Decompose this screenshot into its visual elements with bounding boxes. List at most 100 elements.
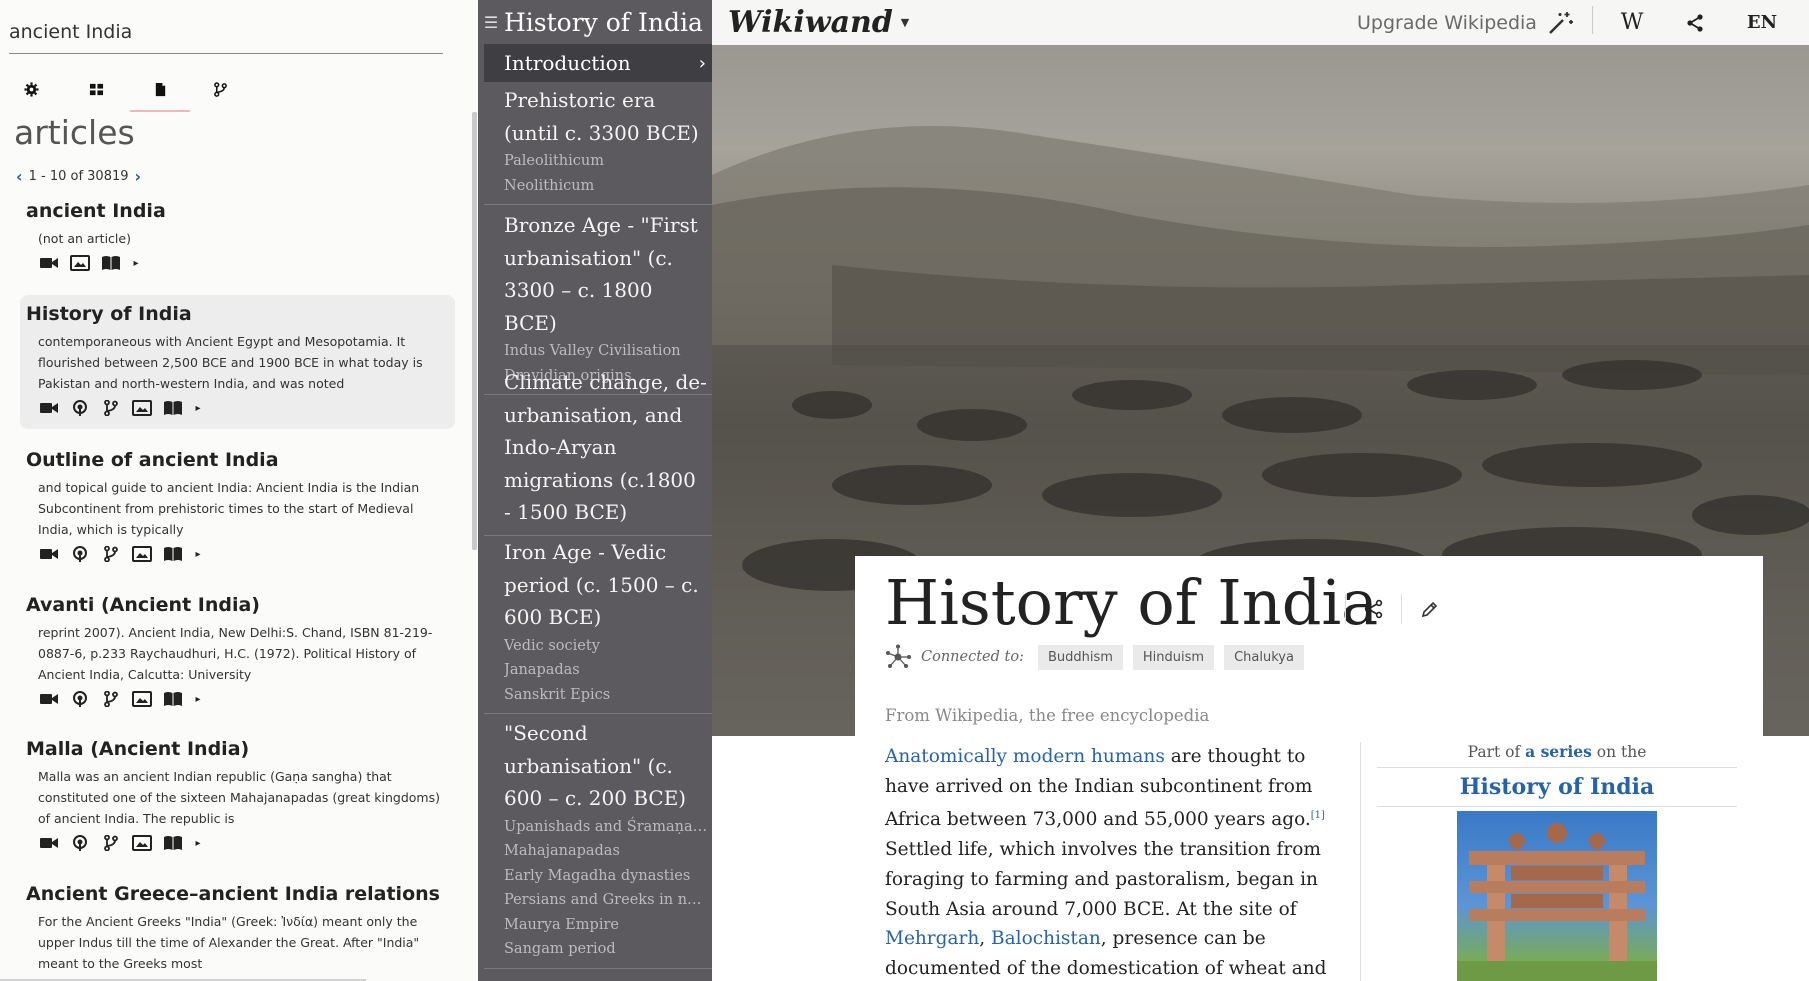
book-icon[interactable]	[100, 254, 122, 272]
document-icon	[155, 82, 165, 96]
menu-icon[interactable]: ☰	[478, 13, 504, 32]
search-input[interactable]	[9, 10, 443, 54]
infobox-image[interactable]	[1457, 811, 1657, 981]
book-icon[interactable]	[162, 834, 184, 852]
expand-arrow-icon[interactable]: ▸	[193, 545, 203, 563]
podcast-icon[interactable]	[69, 690, 91, 708]
edit-pencil-icon[interactable]	[1401, 594, 1457, 624]
podcast-icon[interactable]	[69, 834, 91, 852]
video-icon[interactable]	[38, 545, 60, 563]
divider	[1592, 6, 1593, 34]
result-item: Ancient Greece–ancient India relations F…	[20, 883, 455, 974]
toc-subitem[interactable]: Upanishads and Śramaṇa movements	[504, 815, 708, 840]
article-link[interactable]: Balochistan	[991, 928, 1101, 949]
result-title[interactable]: Malla (Ancient India)	[26, 738, 449, 760]
article-body: Anatomically modern humans are thought t…	[885, 742, 1345, 981]
branch-icon	[213, 81, 227, 97]
toc-subitem[interactable]: Sangam period	[504, 937, 708, 962]
branch-icon[interactable]	[100, 834, 122, 852]
topic-chip[interactable]: Buddhism	[1037, 644, 1123, 670]
result-title[interactable]: Outline of ancient India	[26, 449, 449, 471]
toc-section: "Second urbanisation" (c. 600 – c. 200 B…	[484, 717, 712, 969]
toc-item[interactable]: Iron Age - Vedic period (c. 1500 – c. 60…	[504, 536, 708, 634]
topic-chip[interactable]: Hinduism	[1132, 644, 1215, 670]
toc-subitem[interactable]: Sanskrit Epics	[504, 683, 708, 708]
podcast-icon[interactable]	[69, 399, 91, 417]
result-title[interactable]: ancient India	[26, 200, 449, 222]
chevron-down-icon[interactable]: ▼	[901, 16, 909, 29]
video-icon[interactable]	[38, 834, 60, 852]
images-icon[interactable]	[131, 399, 153, 417]
pager: ‹ 1 - 10 of 30819 ›	[16, 167, 141, 186]
toc-subitem[interactable]: Maurya Empire	[504, 913, 708, 938]
branch-icon[interactable]	[100, 545, 122, 563]
expand-arrow-icon[interactable]: ▸	[193, 399, 203, 417]
book-icon[interactable]	[162, 545, 184, 563]
article-title: History of India	[885, 566, 1379, 639]
chevron-left-icon[interactable]: ‹	[16, 167, 23, 186]
share-icon[interactable]	[1345, 594, 1401, 624]
toc-subitem[interactable]: Persians and Greeks in north-western Ind…	[504, 888, 708, 913]
wikiwand-logo[interactable]: Wikiwand	[728, 5, 893, 40]
toc-item[interactable]: Prehistoric era (until c. 3300 BCE)	[504, 84, 708, 149]
images-icon[interactable]	[69, 254, 91, 272]
wikipedia-link-button[interactable]: W	[1617, 0, 1647, 45]
expand-arrow-icon[interactable]: ▸	[193, 834, 203, 852]
branch-icon[interactable]	[100, 690, 122, 708]
toc-subitem[interactable]: Vedic society	[504, 634, 708, 659]
active-tool-indicator	[130, 110, 190, 112]
series-link[interactable]: a series	[1525, 742, 1592, 761]
expand-arrow-icon[interactable]: ▸	[193, 690, 203, 708]
connected-topics: Connected to: Buddhism Hinduism Chalukya	[885, 644, 1304, 670]
articles-tool[interactable]	[140, 74, 180, 104]
video-icon[interactable]	[38, 690, 60, 708]
images-icon[interactable]	[131, 545, 153, 563]
topic-chip[interactable]: Chalukya	[1224, 644, 1304, 670]
result-item: Outline of ancient India and topical gui…	[20, 449, 455, 563]
book-icon[interactable]	[162, 690, 184, 708]
podcast-icon[interactable]	[69, 545, 91, 563]
result-title[interactable]: History of India	[26, 303, 449, 325]
body-text: Settled life, which involves the transit…	[885, 839, 1321, 920]
chevron-right-icon[interactable]: ›	[135, 167, 142, 186]
book-icon[interactable]	[162, 399, 184, 417]
scrollbar[interactable]	[472, 112, 477, 550]
toc-subitem[interactable]: Mahajanapadas	[504, 839, 708, 864]
result-snippet: (not an article)	[38, 231, 131, 246]
toc-section: Prehistoric era (until c. 3300 BCE) Pale…	[484, 84, 712, 205]
gateway-illustration	[1457, 823, 1657, 981]
language-button[interactable]: EN	[1742, 0, 1782, 45]
article-view: Wikiwand ▼ Upgrade Wikipedia W EN Histor…	[712, 0, 1809, 981]
toc-item[interactable]: Climate change, de-urbanisation, and Ind…	[504, 366, 708, 529]
infobox-title[interactable]: History of India	[1377, 768, 1737, 807]
video-icon[interactable]	[38, 399, 60, 417]
share-icon[interactable]	[1680, 0, 1710, 45]
top-navigation-bar: Wikiwand ▼ Upgrade Wikipedia W EN	[712, 0, 1809, 45]
upgrade-label: Upgrade Wikipedia	[1357, 11, 1537, 34]
settings-tool[interactable]	[11, 74, 51, 104]
graph-tool[interactable]	[200, 74, 240, 104]
article-link[interactable]: Anatomically modern humans	[885, 746, 1165, 767]
result-title[interactable]: Ancient Greece–ancient India relations	[26, 883, 449, 905]
grid-tool[interactable]	[76, 74, 116, 104]
article-link[interactable]: Mehrgarh	[885, 928, 979, 949]
result-snippet: contemporaneous with Ancient Egypt and M…	[38, 334, 423, 391]
toc-subitem[interactable]: Paleolithicum	[504, 149, 708, 174]
result-title[interactable]: Avanti (Ancient India)	[26, 594, 449, 616]
citation-link[interactable]: [1]	[1311, 810, 1325, 821]
expand-arrow-icon[interactable]: ▸	[131, 254, 141, 272]
infobox-text: Part of	[1467, 743, 1521, 761]
toc-item[interactable]: "Second urbanisation" (c. 600 – c. 200 B…	[504, 717, 708, 815]
toc-subitem[interactable]: Janapadas	[504, 658, 708, 683]
toc-subitem[interactable]: Early Magadha dynasties	[504, 864, 708, 889]
toc-subitem[interactable]: Indus Valley Civilisation	[504, 339, 708, 364]
images-icon[interactable]	[131, 690, 153, 708]
toc-item-introduction[interactable]: Introduction ›	[484, 44, 712, 82]
images-icon[interactable]	[131, 834, 153, 852]
branch-icon[interactable]	[100, 399, 122, 417]
upgrade-wikipedia-button[interactable]: Upgrade Wikipedia	[1357, 0, 1573, 45]
toc-subitem[interactable]: Neolithicum	[504, 174, 708, 199]
video-icon[interactable]	[38, 254, 60, 272]
toc-title[interactable]: History of India	[504, 8, 703, 37]
toc-item[interactable]: Bronze Age - "First urbanisation" (c. 33…	[504, 209, 708, 339]
